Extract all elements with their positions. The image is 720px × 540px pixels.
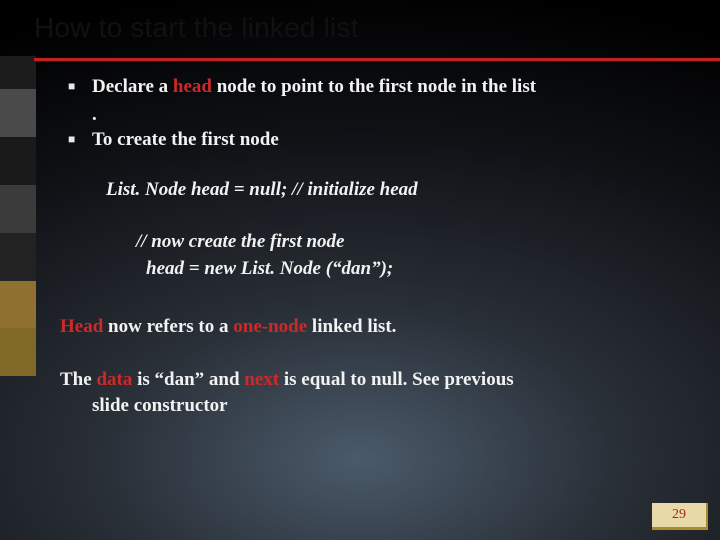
slide-title: How to start the linked list bbox=[34, 12, 700, 50]
keyword-next: next bbox=[240, 369, 284, 390]
stripe bbox=[0, 56, 36, 89]
code-line: head = new List. Node (“dan”); bbox=[146, 256, 690, 282]
page-number: 29 bbox=[652, 503, 708, 530]
paragraph: Head now refers to a one-node linked lis… bbox=[60, 314, 690, 340]
bullet-item: To create the first node bbox=[68, 127, 690, 153]
title-underline bbox=[34, 58, 720, 61]
text: linked list. bbox=[312, 316, 396, 337]
side-accent-stripes bbox=[0, 56, 36, 376]
bullet-item: Declare a head node to point to the firs… bbox=[68, 74, 690, 100]
keyword-one-node: one-node bbox=[229, 316, 312, 337]
text: now refers to a bbox=[108, 316, 228, 337]
keyword-head: head bbox=[173, 76, 217, 97]
slide-body: Declare a head node to point to the firs… bbox=[68, 74, 690, 419]
bullet-text: To create the first node bbox=[92, 129, 279, 150]
stripe bbox=[0, 281, 36, 329]
keyword-data: data bbox=[96, 369, 137, 390]
stripe bbox=[0, 328, 36, 376]
bullet-continuation: . bbox=[92, 102, 690, 128]
stripe bbox=[0, 185, 36, 233]
slide: How to start the linked list Declare a h… bbox=[0, 0, 720, 540]
stripe bbox=[0, 89, 36, 137]
code-line: // now create the first node bbox=[136, 229, 690, 255]
bullet-text: Declare a bbox=[92, 76, 173, 97]
stripe bbox=[0, 137, 36, 185]
keyword-head: Head bbox=[60, 316, 108, 337]
code-block: List. Node head = null; // initialize he… bbox=[106, 177, 690, 282]
stripe bbox=[0, 233, 36, 281]
paragraph: The data is “dan” and next is equal to n… bbox=[60, 367, 690, 418]
text: is equal to null. See previous bbox=[284, 369, 514, 390]
text-continuation: slide constructor bbox=[92, 393, 690, 419]
code-line: List. Node head = null; // initialize he… bbox=[106, 177, 690, 203]
title-area: How to start the linked list bbox=[34, 12, 700, 50]
text: The bbox=[60, 369, 96, 390]
text: is “dan” and bbox=[137, 369, 239, 390]
bullet-text: node to point to the first node in the l… bbox=[217, 76, 536, 97]
